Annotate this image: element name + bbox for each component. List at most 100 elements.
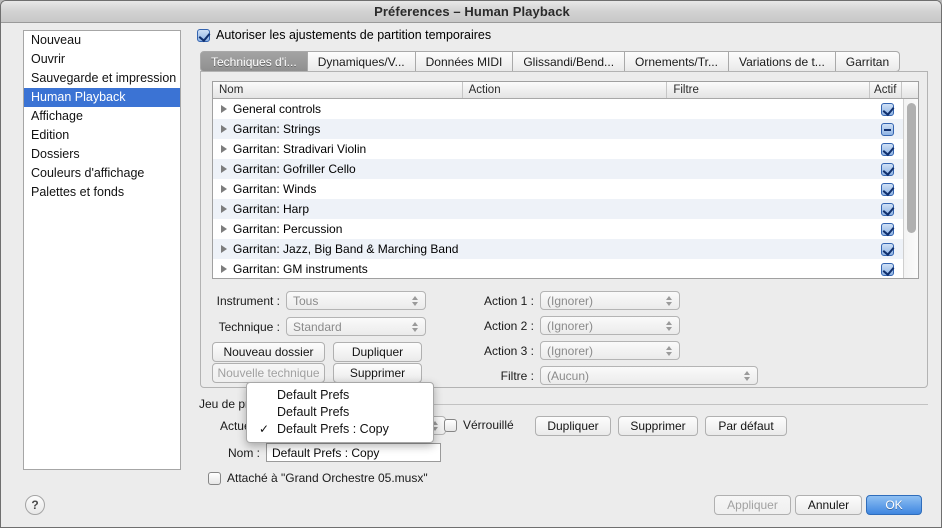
menu-item-1[interactable]: Default Prefs: [247, 404, 433, 421]
technique-field[interactable]: Technique : Standard: [212, 317, 426, 336]
allow-temp-adjustments-row[interactable]: Autoriser les ajustements de partition t…: [197, 28, 491, 42]
locked-checkbox[interactable]: [444, 419, 457, 432]
table-scrollbar-thumb[interactable]: [907, 103, 916, 233]
table-row[interactable]: Garritan: GM instruments: [213, 259, 918, 279]
techniques-table[interactable]: Nom Action Filtre Actif General controls…: [212, 81, 919, 279]
menu-item-0[interactable]: Default Prefs: [247, 387, 433, 404]
table-row[interactable]: Garritan: Strings: [213, 119, 918, 139]
delete-prefs-button[interactable]: Supprimer: [618, 416, 698, 436]
row-name-label: Garritan: Stradivari Violin: [233, 142, 366, 156]
allow-temp-adjustments-checkbox[interactable]: [197, 29, 210, 42]
default-prefs-button[interactable]: Par défaut: [705, 416, 787, 436]
column-header-actif[interactable]: Actif: [870, 82, 902, 98]
checkmark-icon: ✓: [259, 421, 269, 438]
row-active-checkbox[interactable]: [881, 203, 894, 216]
sidebar-item-1[interactable]: Ouvrir: [24, 50, 180, 69]
action2-field[interactable]: Action 2 : (Ignorer): [471, 316, 680, 335]
table-row[interactable]: Garritan: Percussion: [213, 219, 918, 239]
table-row[interactable]: Garritan: Jazz, Big Band & Marching Band: [213, 239, 918, 259]
name-input[interactable]: Default Prefs : Copy: [266, 443, 441, 462]
disclosure-triangle-icon[interactable]: [221, 185, 227, 193]
menu-item-label: Default Prefs: [277, 388, 349, 402]
column-header-action[interactable]: Action: [463, 82, 668, 98]
sidebar-item-0[interactable]: Nouveau: [24, 31, 180, 50]
sidebar-item-7[interactable]: Couleurs d'affichage: [24, 164, 180, 183]
tab-3[interactable]: Glissandi/Bend...: [513, 51, 625, 72]
disclosure-triangle-icon[interactable]: [221, 145, 227, 153]
row-active-checkbox[interactable]: [881, 223, 894, 236]
action2-dropdown[interactable]: (Ignorer): [540, 316, 680, 335]
column-header-filtre[interactable]: Filtre: [667, 82, 870, 98]
menu-item-2[interactable]: ✓ Default Prefs : Copy: [247, 421, 433, 438]
preferences-sidebar[interactable]: NouveauOuvrirSauvegarde et impressionHum…: [23, 30, 181, 470]
column-header-nom[interactable]: Nom: [213, 82, 463, 98]
disclosure-triangle-icon[interactable]: [221, 125, 227, 133]
row-name-label: Garritan: Winds: [233, 182, 316, 196]
sidebar-item-3[interactable]: Human Playback: [24, 88, 180, 107]
sidebar-item-2[interactable]: Sauvegarde et impression: [24, 69, 180, 88]
tab-5[interactable]: Variations de t...: [729, 51, 836, 72]
locked-row[interactable]: Vérrouillé: [444, 418, 514, 432]
row-active-checkbox[interactable]: [881, 163, 894, 176]
disclosure-triangle-icon[interactable]: [221, 105, 227, 113]
attached-row[interactable]: Attaché à "Grand Orchestre 05.musx": [208, 471, 428, 485]
row-active-checkbox[interactable]: [881, 123, 894, 136]
action3-dropdown[interactable]: (Ignorer): [540, 341, 680, 360]
disclosure-triangle-icon[interactable]: [221, 245, 227, 253]
instrument-field[interactable]: Instrument : Tous: [212, 291, 426, 310]
tab-label: Dynamiques/V...: [318, 55, 405, 69]
table-row[interactable]: Garritan: Winds: [213, 179, 918, 199]
apply-button[interactable]: Appliquer: [714, 495, 791, 515]
cancel-button[interactable]: Annuler: [795, 495, 862, 515]
row-active-checkbox[interactable]: [881, 243, 894, 256]
name-field[interactable]: Nom : Default Prefs : Copy: [214, 443, 441, 462]
sidebar-item-4[interactable]: Affichage: [24, 107, 180, 126]
tab-6[interactable]: Garritan: [836, 51, 900, 72]
tab-bar[interactable]: Techniques d'i... Dynamiques/V... Données …: [200, 51, 928, 72]
row-active-checkbox[interactable]: [881, 183, 894, 196]
filtre-dropdown[interactable]: (Aucun): [540, 366, 758, 385]
sidebar-item-5[interactable]: Edition: [24, 126, 180, 145]
filtre-field[interactable]: Filtre : (Aucun): [471, 366, 758, 385]
new-folder-button[interactable]: Nouveau dossier: [212, 342, 325, 362]
table-body: General controls Garritan: Strings Garrita…: [213, 99, 918, 279]
action3-field[interactable]: Action 3 : (Ignorer): [471, 341, 680, 360]
new-technique-button[interactable]: Nouvelle technique: [212, 363, 325, 383]
disclosure-triangle-icon[interactable]: [221, 265, 227, 273]
help-button[interactable]: ?: [25, 495, 45, 515]
sidebar-item-8[interactable]: Palettes et fonds: [24, 183, 180, 202]
table-row[interactable]: Garritan: Stradivari Violin: [213, 139, 918, 159]
attached-checkbox[interactable]: [208, 472, 221, 485]
table-row[interactable]: Garritan: Gofriller Cello: [213, 159, 918, 179]
tab-2[interactable]: Données MIDI: [416, 51, 514, 72]
table-row[interactable]: Garritan: Harp: [213, 199, 918, 219]
action1-field[interactable]: Action 1 : (Ignorer): [471, 291, 680, 310]
tab-label: Techniques d'i...: [211, 55, 297, 69]
row-active-checkbox[interactable]: [881, 143, 894, 156]
tab-0[interactable]: Techniques d'i...: [200, 51, 308, 72]
table-row[interactable]: General controls: [213, 99, 918, 119]
row-name-label: General controls: [233, 102, 321, 116]
sidebar-item-6[interactable]: Dossiers: [24, 145, 180, 164]
cell-actif: [871, 183, 903, 196]
row-name-label: Garritan: Percussion: [233, 222, 342, 236]
ok-button[interactable]: OK: [866, 495, 922, 515]
technique-dropdown[interactable]: Standard: [286, 317, 426, 336]
action1-dropdown[interactable]: (Ignorer): [540, 291, 680, 310]
duplicate-technique-button[interactable]: Dupliquer: [333, 342, 422, 362]
row-name-label: Garritan: Jazz, Big Band & Marching Band: [233, 242, 458, 256]
menu-item-label: Default Prefs : Copy: [277, 422, 389, 436]
duplicate-prefs-button[interactable]: Dupliquer: [535, 416, 611, 436]
tab-4[interactable]: Ornements/Tr...: [625, 51, 729, 72]
disclosure-triangle-icon[interactable]: [221, 225, 227, 233]
row-active-checkbox[interactable]: [881, 263, 894, 276]
delete-technique-button[interactable]: Supprimer: [333, 363, 422, 383]
instrument-dropdown[interactable]: Tous: [286, 291, 426, 310]
row-active-checkbox[interactable]: [881, 103, 894, 116]
prefs-set-popup-menu[interactable]: Default PrefsDefault Prefs✓Default Prefs…: [246, 382, 434, 443]
disclosure-triangle-icon[interactable]: [221, 165, 227, 173]
disclosure-triangle-icon[interactable]: [221, 205, 227, 213]
cell-actif: [871, 143, 903, 156]
tab-1[interactable]: Dynamiques/V...: [308, 51, 416, 72]
table-scrollbar[interactable]: [903, 99, 918, 279]
